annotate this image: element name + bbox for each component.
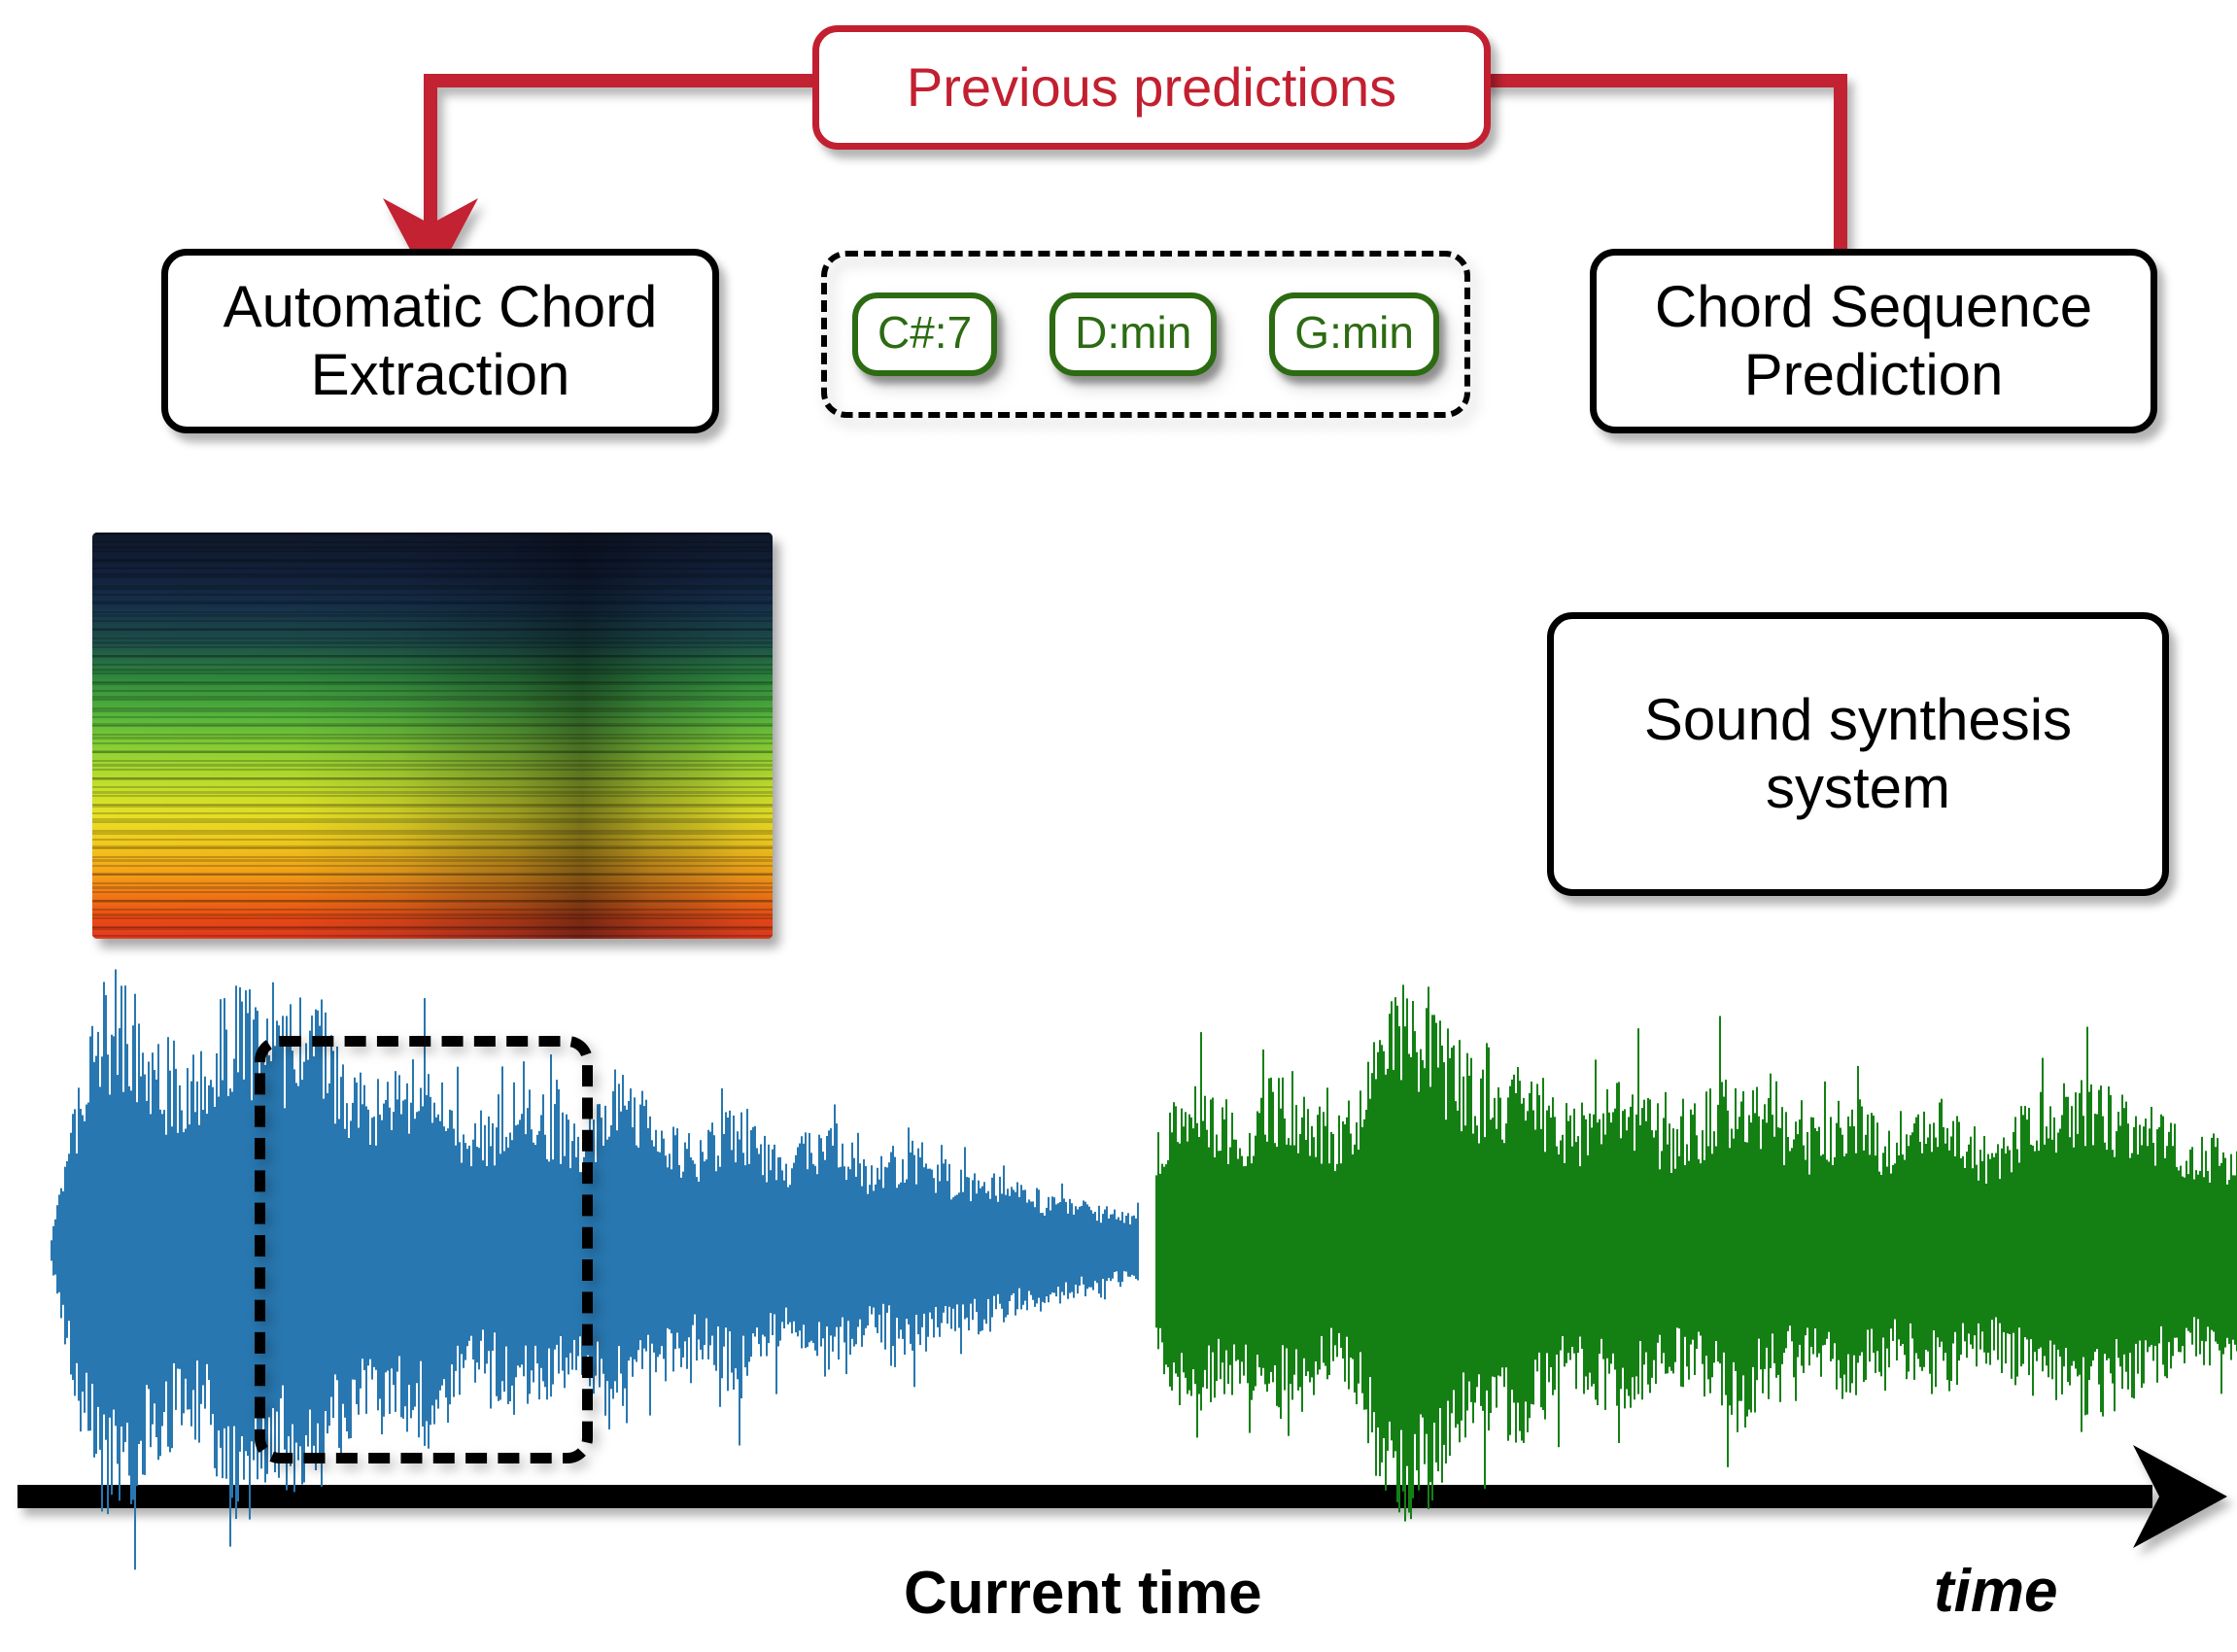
chord-chip-1[interactable]: C#:7	[852, 293, 998, 376]
waveform-past	[51, 969, 1139, 1570]
automatic-chord-extraction-box[interactable]: Automatic Chord Extraction	[161, 249, 719, 433]
spectrogram-onset-shading	[92, 533, 773, 939]
sound-synthesis-system-box[interactable]: Sound synthesis system	[1547, 612, 2169, 896]
spectrogram-image	[92, 533, 773, 939]
chord-sequence-prediction-box[interactable]: Chord Sequence Prediction	[1590, 249, 2157, 433]
automatic-chord-extraction-label: Automatic Chord Extraction	[223, 274, 658, 407]
previous-predictions-box[interactable]: Previous predictions	[812, 25, 1491, 150]
diagram-canvas: Previous predictions Automatic Chord Ext…	[0, 0, 2237, 1652]
waveform-analysis-window[interactable]	[255, 1036, 593, 1463]
waveform-future	[1155, 984, 2237, 1522]
sound-synthesis-system-label: Sound synthesis system	[1643, 687, 2073, 820]
current-time-label: Current time	[904, 1560, 1262, 1627]
chord-chip-3[interactable]: G:min	[1269, 293, 1439, 376]
time-axis-label: time	[1934, 1558, 2058, 1625]
chord-sequence-prediction-label: Chord Sequence Prediction	[1654, 274, 2093, 407]
previous-predictions-label: Previous predictions	[906, 55, 1397, 118]
chord-chip-2[interactable]: D:min	[1050, 293, 1218, 376]
extracted-chords-container: C#:7 D:min G:min	[821, 251, 1470, 418]
